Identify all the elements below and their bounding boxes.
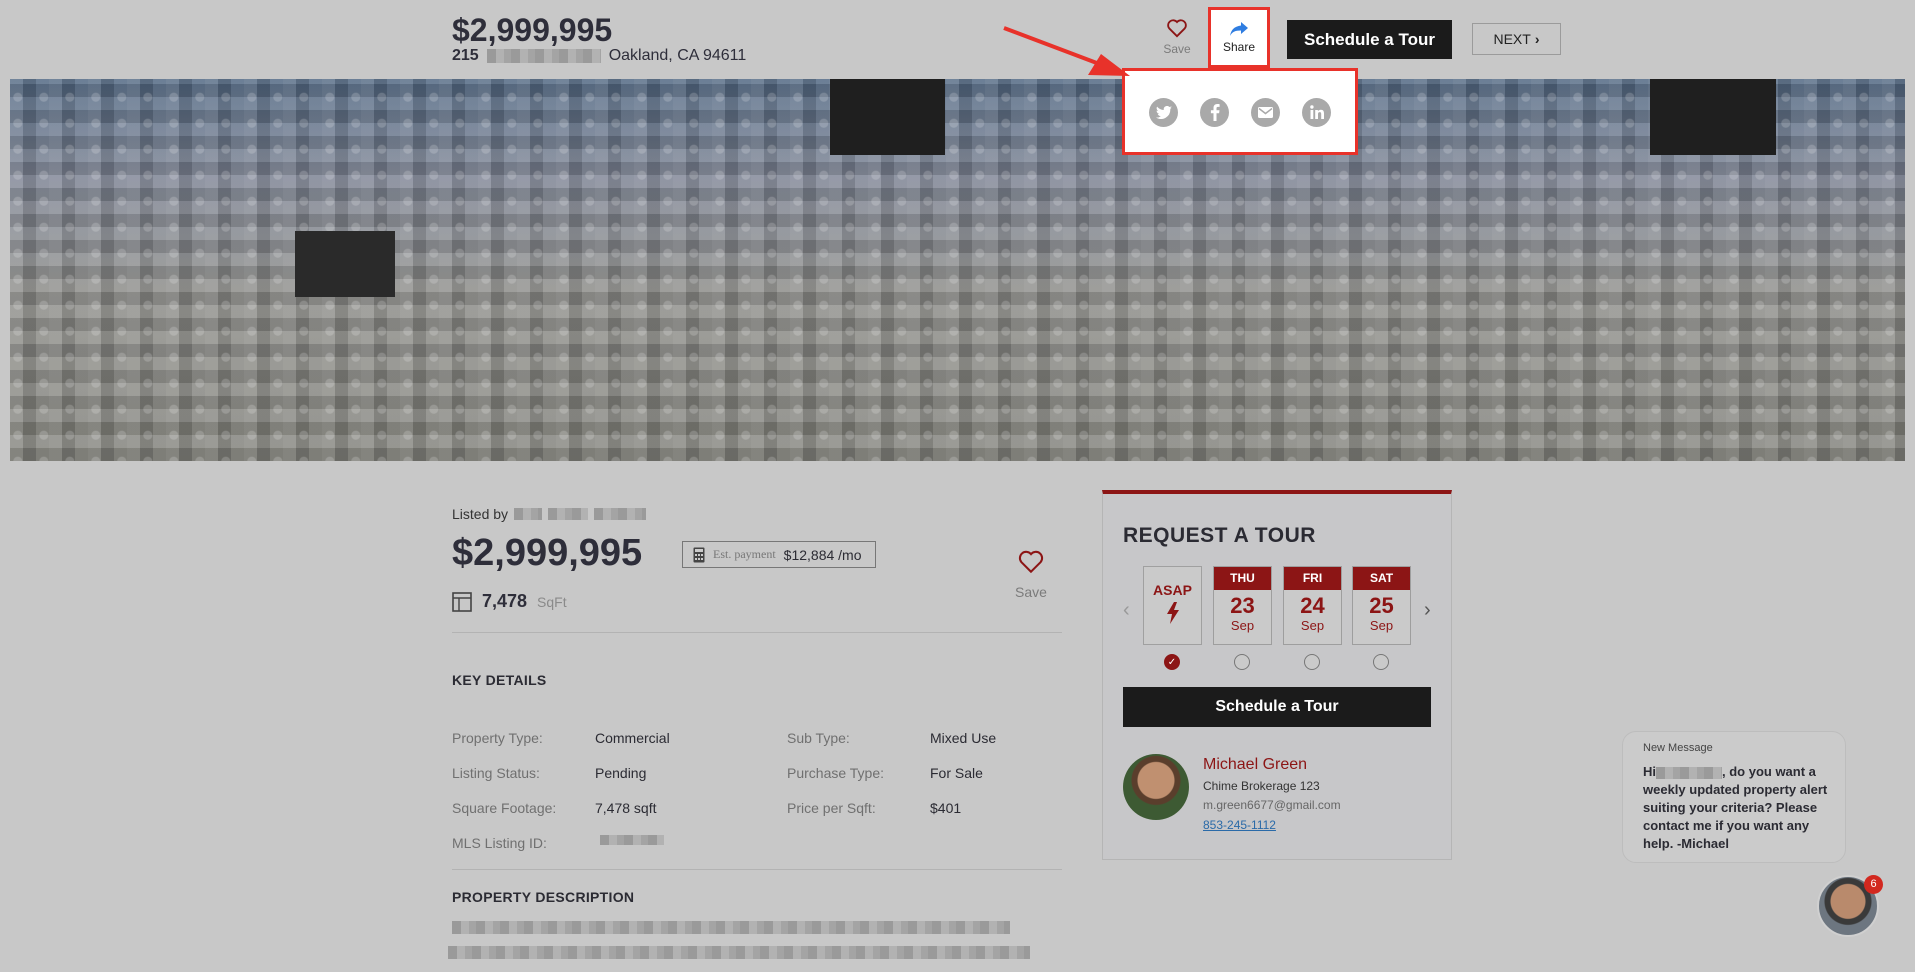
sub-type-label: Sub Type: <box>787 730 850 746</box>
listing-price: $2,999,995 <box>452 532 643 574</box>
price-per-sqft-value: $401 <box>930 800 962 816</box>
redacted-description-line <box>448 946 1030 959</box>
agent-company: Chime Brokerage 123 <box>1203 779 1320 793</box>
agent-phone-link[interactable]: 853-245-1112 <box>1203 818 1276 832</box>
sqft-unit: SqFt <box>537 593 567 610</box>
property-type-label: Property Type: <box>452 730 543 746</box>
square-footage-value: 7,478 sqft <box>595 800 657 816</box>
redacted-agent <box>548 508 589 520</box>
square-footage: 7,478 SqFt <box>452 591 567 612</box>
listing-save-label: Save <box>1015 584 1047 600</box>
heart-icon <box>1018 550 1044 574</box>
redacted-agent <box>594 508 647 520</box>
day-number: 25 <box>1369 593 1394 618</box>
month: Sep <box>1369 618 1394 633</box>
listed-by-label: Listed by <box>452 506 509 522</box>
schedule-tour-button[interactable]: Schedule a Tour <box>1123 687 1431 727</box>
request-tour-card: REQUEST A TOUR ‹ ASAP THU 23 Sep FRI 24 … <box>1102 490 1452 860</box>
chat-unread-badge: 6 <box>1864 875 1883 894</box>
redacted-agent <box>514 508 543 520</box>
key-details-title: KEY DETAILS <box>452 672 547 688</box>
tour-day-fri[interactable]: FRI 24 Sep <box>1283 566 1342 645</box>
sub-type-value: Mixed Use <box>930 730 997 746</box>
radio-asap-checked[interactable]: ✓ <box>1164 654 1180 670</box>
chat-message: Hi, do you want a weekly updated propert… <box>1643 763 1837 853</box>
property-type-value: Commercial <box>595 730 670 746</box>
agent-avatar <box>1123 754 1189 820</box>
mls-id-label: MLS Listing ID: <box>452 835 547 851</box>
month: Sep <box>1230 618 1255 633</box>
chevron-right-icon[interactable]: › <box>1424 599 1431 622</box>
property-description-title: PROPERTY DESCRIPTION <box>452 889 635 905</box>
agent-name[interactable]: Michael Green <box>1203 756 1307 774</box>
redacted-mls-id <box>600 835 664 845</box>
sqft-value: 7,478 <box>482 591 528 611</box>
asap-label: ASAP <box>1153 582 1192 598</box>
month: Sep <box>1300 618 1325 633</box>
floorplan-icon <box>452 591 472 612</box>
chat-header: New Message <box>1643 742 1713 754</box>
listing-status-label: Listing Status: <box>452 765 540 781</box>
day-number: 23 <box>1230 593 1255 618</box>
purchase-type-label: Purchase Type: <box>787 765 885 781</box>
radio-fri[interactable] <box>1304 654 1320 670</box>
day-number: 24 <box>1300 593 1325 618</box>
square-footage-label: Square Footage: <box>452 800 557 816</box>
request-tour-title: REQUEST A TOUR <box>1123 524 1316 547</box>
divider <box>452 869 1062 870</box>
divider <box>452 632 1062 633</box>
listing-status-value: Pending <box>595 765 647 781</box>
listing-save-button[interactable]: Save <box>1012 549 1050 600</box>
listed-by: Listed by <box>452 506 647 522</box>
redacted-description-line <box>452 921 1010 934</box>
tour-day-sat[interactable]: SAT 25 Sep <box>1352 566 1411 645</box>
redacted-name <box>1656 766 1722 779</box>
chat-message-bubble[interactable]: New Message Hi, do you want a weekly upd… <box>1622 731 1846 863</box>
weekday: FRI <box>1284 567 1341 590</box>
est-payment-button[interactable]: Est. payment $12,884 /mo <box>682 541 876 568</box>
weekday: THU <box>1214 567 1271 590</box>
chevron-left-icon[interactable]: ‹ <box>1123 599 1130 622</box>
price-per-sqft-label: Price per Sqft: <box>787 800 876 816</box>
tour-day-asap[interactable]: ASAP <box>1143 566 1202 645</box>
radio-sat[interactable] <box>1373 654 1389 670</box>
est-payment-value: $12,884 /mo <box>783 546 862 563</box>
tour-day-thu[interactable]: THU 23 Sep <box>1213 566 1272 645</box>
agent-email[interactable]: m.green6677@gmail.com <box>1203 798 1341 812</box>
lightning-icon <box>1166 602 1179 624</box>
chat-greeting: Hi <box>1643 764 1656 779</box>
est-payment-label: Est. payment <box>713 547 776 561</box>
calculator-icon <box>693 547 705 562</box>
weekday: SAT <box>1353 567 1410 590</box>
purchase-type-value: For Sale <box>930 765 983 781</box>
radio-thu[interactable] <box>1234 654 1250 670</box>
